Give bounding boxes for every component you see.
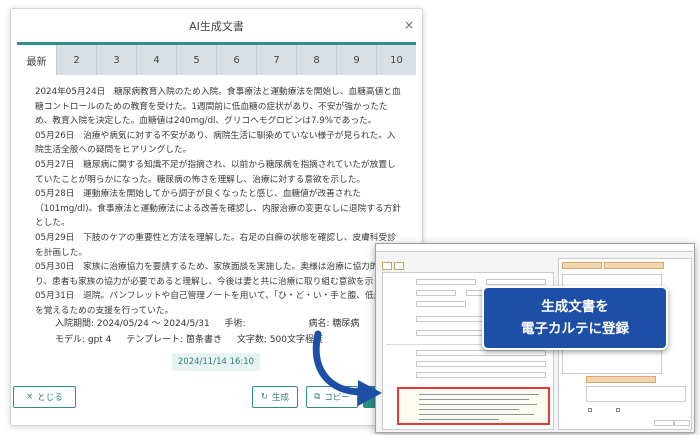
generate-button[interactable]: ↻ 生成 bbox=[252, 386, 298, 408]
surgery-label: 手術: bbox=[224, 319, 246, 329]
tab-7[interactable]: 7 bbox=[257, 45, 297, 75]
emr-field bbox=[416, 372, 546, 378]
tab-4[interactable]: 4 bbox=[137, 45, 177, 75]
tab-8[interactable]: 8 bbox=[297, 45, 337, 75]
tab-9[interactable]: 9 bbox=[337, 45, 377, 75]
close-icon[interactable]: × bbox=[404, 18, 414, 32]
curved-arrow-icon bbox=[312, 330, 382, 406]
close-button-label: とじる bbox=[37, 393, 63, 403]
emr-field bbox=[674, 420, 690, 426]
close-button[interactable]: × とじる bbox=[13, 386, 76, 408]
emr-header-strip bbox=[604, 262, 664, 269]
tab-6[interactable]: 6 bbox=[217, 45, 257, 75]
emr-tab bbox=[394, 262, 404, 270]
emr-text-line bbox=[419, 409, 519, 410]
emr-sub-panel bbox=[586, 386, 686, 402]
model-label: モデル: bbox=[55, 335, 86, 345]
emr-field bbox=[416, 350, 546, 356]
emr-summary-highlight bbox=[397, 387, 550, 425]
emr-field bbox=[654, 420, 674, 426]
emr-titlebar bbox=[376, 244, 694, 252]
emr-field bbox=[486, 279, 546, 285]
document-paragraph: 05月30日 家族に治療協力を要請するため、家族面談を実施した。奥様は治療に協力… bbox=[35, 262, 400, 287]
document-paragraph: 2024年05月24日 糖尿病教育入院のため入院。食事療法と運動療法を開始し、血… bbox=[35, 87, 401, 127]
close-icon: × bbox=[26, 392, 34, 402]
emr-text-line bbox=[419, 419, 499, 420]
emr-tabs bbox=[382, 262, 404, 270]
emr-checkbox bbox=[616, 408, 620, 412]
emr-field bbox=[416, 290, 456, 296]
refresh-icon: ↻ bbox=[260, 392, 269, 402]
template-value: 箇条書き bbox=[185, 335, 222, 345]
emr-header-strip bbox=[562, 262, 602, 269]
emr-text-line bbox=[419, 404, 537, 405]
period-label: 入院期間: bbox=[55, 319, 95, 329]
callout-line-1: 生成文書を bbox=[541, 299, 609, 315]
document-paragraph: 05月31日 退院。パンフレットや自己管理ノートを用いて、「ひ・ど・い・手と腹、… bbox=[35, 291, 400, 316]
dialog-header: AI生成文書 × bbox=[11, 9, 422, 42]
document-paragraph: 05月29日 下肢のケアの重要性と方法を理解した。右足の白癬の状態を確認し、皮膚… bbox=[35, 232, 396, 258]
document-paragraph: 05月26日 治療や病気に対する不安があり、病院生活に馴染めていない様子が見られ… bbox=[35, 130, 396, 156]
tab-2[interactable]: 2 bbox=[57, 45, 97, 75]
chars-label: 文字数: bbox=[236, 335, 267, 345]
tab-3[interactable]: 3 bbox=[97, 45, 137, 75]
history-tabs: 最新 2 3 4 5 6 7 8 9 10 bbox=[17, 45, 416, 75]
emr-field bbox=[416, 279, 476, 285]
template-label: テンプレート: bbox=[126, 335, 184, 345]
disease-label: 病名: bbox=[308, 319, 330, 329]
emr-header-strip bbox=[586, 376, 656, 383]
emr-tab bbox=[382, 262, 392, 270]
model-value: gpt 4 bbox=[87, 335, 112, 345]
document-paragraph: 05月27日 糖尿病に関する知識不足が指摘され、以前から糖尿病を指摘されていたが… bbox=[35, 159, 396, 185]
dialog-title: AI生成文書 bbox=[189, 19, 244, 33]
callout-line-2: 電子カルテに登録 bbox=[521, 321, 629, 337]
tab-5[interactable]: 5 bbox=[177, 45, 217, 75]
emr-field bbox=[416, 361, 546, 367]
emr-text-line bbox=[419, 394, 539, 395]
emr-checkbox bbox=[588, 408, 592, 412]
generated-timestamp: 2024/11/14 16:10 bbox=[172, 353, 260, 371]
emr-text-line bbox=[419, 399, 529, 400]
tab-10[interactable]: 10 bbox=[377, 45, 416, 75]
disease-value: 糖尿病 bbox=[332, 319, 360, 329]
document-paragraph: 05月28日 運動療法を開始してから調子が良くなったと感じ、血糖値が改善された（… bbox=[35, 189, 401, 229]
generate-button-label: 生成 bbox=[272, 393, 290, 403]
period-value: 2024/05/24 ～ 2024/5/31 bbox=[96, 319, 210, 329]
emr-text-line bbox=[419, 414, 534, 415]
generated-document-text: 2024年05月24日 糖尿病教育入院のため入院。食事療法と運動療法を開始し、血… bbox=[11, 75, 422, 325]
emr-field bbox=[416, 301, 466, 307]
register-callout: 生成文書を 電子カルテに登録 bbox=[482, 286, 668, 350]
tab-latest[interactable]: 最新 bbox=[17, 45, 57, 75]
